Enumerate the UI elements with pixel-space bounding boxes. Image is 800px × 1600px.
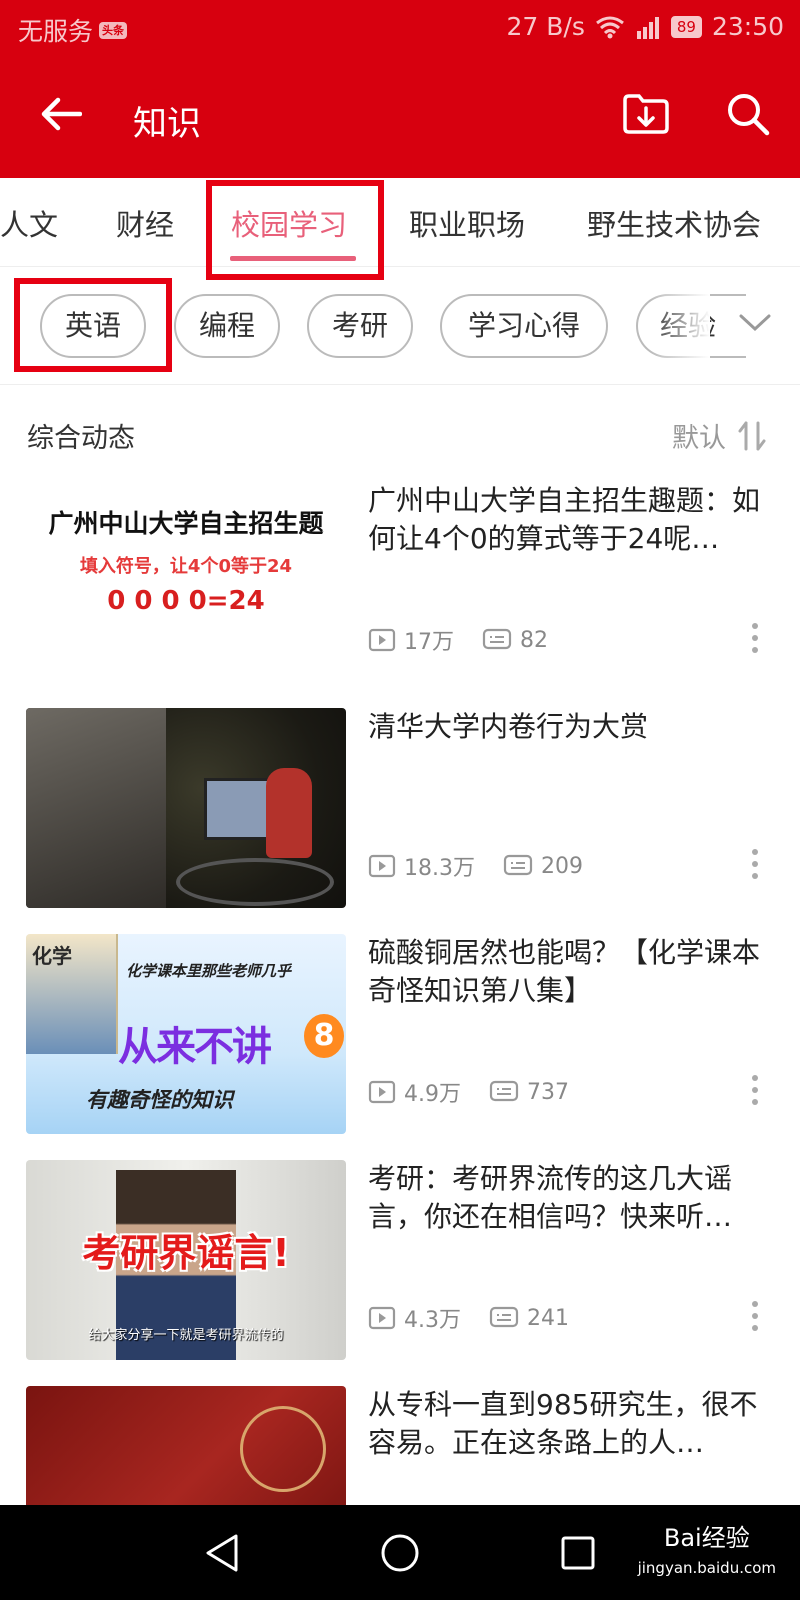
- highlight-box-tab: [206, 180, 384, 280]
- thumb-text: 0 0 0 0=24: [107, 586, 265, 616]
- thumb-text: 从来不讲: [118, 1024, 272, 1070]
- search-icon[interactable]: [726, 92, 770, 136]
- feed-item[interactable]: 考研界谣言! 给大家分享一下就是考研界流传的 考研：考研界流传的这几大谣言，你还…: [0, 1160, 800, 1386]
- play-count-icon: [368, 1306, 396, 1330]
- tab-zhiye-zhichang[interactable]: 职业职场: [409, 202, 525, 244]
- section-title: 综合动态: [27, 423, 135, 454]
- view-count: 18.3万: [404, 856, 475, 881]
- highlight-box-chip: [14, 278, 172, 372]
- status-left: 无服务 头条: [18, 12, 128, 48]
- thumb-text: 填入符号，让4个0等于24: [79, 556, 293, 577]
- subcategory-chips: 英语 编程 考研 学习心得 经验: [0, 274, 800, 385]
- video-stats: 17万 82: [368, 624, 548, 656]
- app-bar: 知识: [0, 56, 800, 178]
- tab-caijing[interactable]: 财经: [116, 202, 174, 244]
- thumb-text: 有趣奇怪的知识: [86, 1088, 233, 1112]
- category-tabs: 人文 财经 校园学习 职业职场 野生技术协会: [0, 178, 800, 280]
- watermark-title: Bai经验: [663, 1524, 750, 1552]
- page-title: 知识: [133, 104, 201, 144]
- thumb-text: 化学课本里那些老师几乎: [126, 962, 292, 980]
- feed-item[interactable]: 广州中山大学自主招生题 填入符号，让4个0等于24 0 0 0 0=24 广州中…: [0, 482, 800, 708]
- thumb-figure: [266, 768, 312, 858]
- view-count: 4.3万: [404, 1308, 461, 1333]
- tab-renwen[interactable]: 人文: [0, 202, 58, 244]
- play-count-icon: [368, 628, 396, 652]
- more-options-icon[interactable]: [750, 1300, 760, 1332]
- chevron-down-icon[interactable]: [738, 312, 772, 334]
- signal-icon: [636, 16, 659, 39]
- nav-home-icon[interactable]: [380, 1533, 420, 1573]
- thumb-text: 化学: [32, 944, 72, 968]
- comment-count: 241: [527, 1305, 569, 1331]
- video-thumbnail: 化学 化学课本里那些老师几乎 从来不讲 8 有趣奇怪的知识: [26, 934, 346, 1134]
- more-options-icon[interactable]: [750, 1074, 760, 1106]
- thumb-seal: [240, 1406, 326, 1492]
- toutiao-badge: 头条: [99, 21, 128, 39]
- video-stats: 4.3万 241: [368, 1302, 569, 1334]
- more-options-icon[interactable]: [750, 622, 760, 654]
- sort-icon: [738, 421, 766, 450]
- feed-item[interactable]: 从专科一直到985研究生，很不容易。正在这条路上的人…: [0, 1386, 800, 1505]
- sort-label: 默认: [672, 423, 726, 454]
- status-bar: 无服务 头条 27 B/s 89 23:50: [0, 0, 800, 56]
- sort-control[interactable]: 默认: [672, 416, 766, 455]
- comment-count: 82: [520, 627, 548, 653]
- thumb-caption: 给大家分享一下就是考研界流传的: [88, 1328, 284, 1343]
- status-right: 27 B/s 89 23:50: [507, 12, 785, 41]
- download-folder-icon[interactable]: [622, 92, 670, 134]
- video-stats: 18.3万 209: [368, 850, 583, 882]
- thumb-figure: [26, 708, 166, 908]
- video-thumbnail: 广州中山大学自主招生题 填入符号，让4个0等于24 0 0 0 0=24: [26, 482, 346, 682]
- feed-item[interactable]: 化学 化学课本里那些老师几乎 从来不讲 8 有趣奇怪的知识 硫酸铜居然也能喝？【…: [0, 934, 800, 1160]
- thumb-text: 考研界谣言!: [82, 1231, 290, 1275]
- comment-icon: [489, 1306, 519, 1328]
- wifi-icon: [595, 16, 624, 38]
- chip-study-tips[interactable]: 学习心得: [440, 294, 608, 358]
- thumb-book: 化学: [26, 934, 118, 1054]
- comment-icon: [482, 628, 512, 650]
- system-nav-bar: Bai经验 jingyan.baidu.com: [0, 1505, 800, 1600]
- thumb-number-badge: 8: [304, 1014, 344, 1058]
- comment-count: 209: [541, 853, 583, 879]
- video-title[interactable]: 广州中山大学自主招生趣题：如何让4个0的算式等于24呢…: [368, 482, 778, 558]
- chip-fade: [650, 288, 710, 368]
- comment-count: 737: [527, 1079, 569, 1105]
- video-title[interactable]: 从专科一直到985研究生，很不容易。正在这条路上的人…: [368, 1386, 778, 1462]
- net-speed: 27 B/s: [506, 12, 585, 41]
- play-count-icon: [368, 1080, 396, 1104]
- video-thumbnail: 考研界谣言! 给大家分享一下就是考研界流传的: [26, 1160, 346, 1360]
- view-count: 17万: [404, 630, 454, 655]
- video-title[interactable]: 考研：考研界流传的这几大谣言，你还在相信吗？快来听…: [368, 1160, 778, 1236]
- back-arrow-icon[interactable]: [40, 96, 82, 132]
- carrier-text: 无服务: [18, 17, 94, 46]
- video-stats: 4.9万 737: [368, 1076, 569, 1108]
- clock: 23:50: [711, 12, 784, 41]
- battery-icon: 89: [670, 15, 702, 38]
- nav-back-icon[interactable]: [204, 1533, 240, 1573]
- chip-kaoyan[interactable]: 考研: [307, 294, 413, 358]
- more-options-icon[interactable]: [750, 848, 760, 880]
- watermark-url: jingyan.baidu.com: [637, 1559, 776, 1577]
- thumb-bike: [176, 858, 334, 906]
- tab-yesheng-jishu[interactable]: 野生技术协会: [587, 202, 761, 244]
- nav-recents-icon[interactable]: [560, 1535, 596, 1571]
- comment-icon: [489, 1080, 519, 1102]
- video-title[interactable]: 清华大学内卷行为大赏: [368, 708, 778, 746]
- comment-icon: [503, 854, 533, 876]
- chip-programming[interactable]: 编程: [174, 294, 280, 358]
- feed-item[interactable]: 清华大学内卷行为大赏 18.3万 209: [0, 708, 800, 934]
- play-count-icon: [368, 854, 396, 878]
- video-thumbnail: [26, 1386, 346, 1505]
- thumb-text: 广州中山大学自主招生题: [48, 509, 324, 538]
- video-thumbnail: [26, 708, 346, 908]
- section-header: 综合动态 默认: [0, 390, 800, 480]
- video-title[interactable]: 硫酸铜居然也能喝？【化学课本奇怪知识第八集】: [368, 934, 778, 1010]
- view-count: 4.9万: [404, 1082, 461, 1107]
- baidu-jingyan-watermark: Bai经验 jingyan.baidu.com: [638, 1523, 776, 1583]
